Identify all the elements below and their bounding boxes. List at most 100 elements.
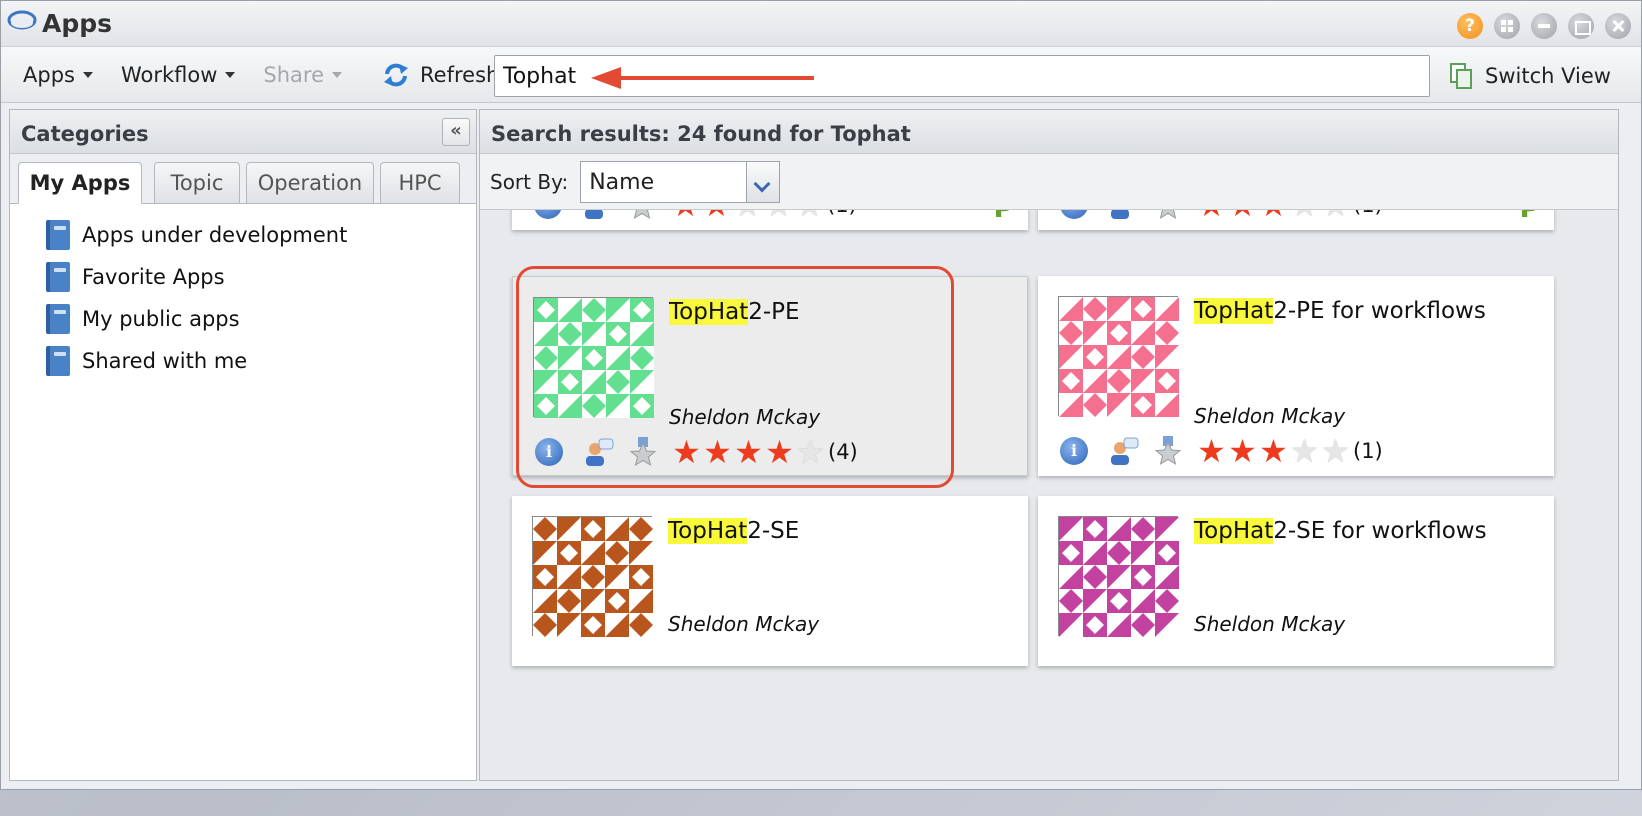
star-icon[interactable]: ★: [670, 210, 701, 221]
app-name[interactable]: TopHat2-PE for workflows: [1194, 298, 1486, 324]
window-title: Apps: [42, 9, 113, 38]
star-icon[interactable]: ★: [1289, 210, 1320, 221]
info-icon[interactable]: i: [1060, 210, 1088, 219]
annotation-arrow: [591, 67, 814, 89]
switch-view-label: Switch View: [1485, 64, 1611, 88]
app-card-actions: i★★★★★(1): [1060, 210, 1383, 221]
info-icon[interactable]: i: [534, 210, 562, 219]
category-tabs: My Apps Topic Operation HPC: [10, 154, 476, 204]
book-icon: [46, 262, 70, 292]
app-card[interactable]: Upendra kumar Devisettyi★★★★★(1)β: [512, 210, 1028, 230]
star-icon[interactable]: ★: [794, 210, 825, 221]
search-match-highlight: TopHat: [1194, 298, 1274, 324]
category-item[interactable]: Shared with me: [10, 340, 476, 382]
refresh-button[interactable]: Refresh: [382, 61, 499, 89]
app-card[interactable]: Upendra kumar Devisettyi★★★★★(1)β: [1038, 210, 1554, 230]
app-card-grid: Upendra kumar Devisettyi★★★★★(1)βUpendra…: [480, 210, 1618, 780]
app-thumbnail[interactable]: [532, 516, 653, 637]
star-icon[interactable]: ★: [732, 210, 763, 221]
app-card[interactable]: TopHat2-SE Sheldon Mckay: [512, 496, 1028, 666]
star-icon[interactable]: ★: [763, 210, 794, 221]
collapse-panel-icon[interactable]: «: [442, 118, 470, 146]
app-thumbnail[interactable]: [1058, 296, 1179, 417]
category-item-label: Favorite Apps: [82, 265, 225, 289]
share-menu-label: Share: [263, 62, 325, 87]
switch-view-button[interactable]: Switch View: [1449, 62, 1611, 90]
favorite-icon[interactable]: [1154, 210, 1182, 220]
category-item[interactable]: Apps under development: [10, 214, 476, 256]
workflow-menu-label: Workflow: [120, 62, 218, 87]
rating-count: (1): [1353, 210, 1383, 217]
star-icon[interactable]: ★: [1320, 435, 1351, 467]
star-icon[interactable]: ★: [1289, 435, 1320, 467]
switch-view-icon: [1450, 63, 1473, 89]
favorite-icon[interactable]: [1154, 436, 1182, 466]
workflow-menu[interactable]: Workflow: [120, 62, 236, 87]
app-author: Sheldon Mckay: [1194, 612, 1346, 636]
star-icon[interactable]: ★: [1320, 210, 1351, 221]
star-icon[interactable]: ★: [1196, 210, 1227, 221]
star-icon[interactable]: ★: [1196, 435, 1227, 467]
tab-operation[interactable]: Operation: [246, 162, 374, 204]
star-icon[interactable]: ★: [1227, 435, 1258, 467]
rating-stars[interactable]: ★★★★★: [1196, 210, 1351, 221]
caret-down-icon: [225, 71, 236, 78]
star-icon[interactable]: ★: [701, 210, 732, 221]
comment-icon[interactable]: [1108, 436, 1140, 466]
share-menu[interactable]: Share: [263, 62, 343, 87]
apps-menu[interactable]: Apps: [23, 63, 93, 87]
star-icon[interactable]: ★: [1258, 210, 1289, 221]
tab-topic[interactable]: Topic: [154, 162, 240, 204]
category-item[interactable]: Favorite Apps: [10, 256, 476, 298]
rating-count: (1): [1353, 439, 1383, 463]
app-card-actions: i★★★★★(1): [534, 210, 857, 221]
comment-icon[interactable]: [582, 210, 614, 220]
app-thumbnail-pattern: [1059, 517, 1179, 637]
app-thumbnail-pattern: [533, 517, 653, 637]
app-name-rest: 2-SE: [747, 518, 800, 544]
star-icon[interactable]: ★: [1227, 210, 1258, 221]
app-name-rest: 2-SE for workflows: [1273, 518, 1487, 544]
app-thumbnail[interactable]: [1058, 516, 1179, 637]
chevron-down-icon[interactable]: [746, 160, 781, 203]
comment-icon[interactable]: [1108, 210, 1140, 220]
rating-stars[interactable]: ★★★★★: [1196, 435, 1351, 467]
toolbar: Apps Workflow Share Refresh Tophat Switc…: [1, 47, 1641, 103]
favorite-icon[interactable]: [628, 210, 656, 220]
app-author: Sheldon Mckay: [1194, 404, 1346, 428]
categories-header: Categories «: [10, 110, 476, 154]
app-thumbnail-pattern: [1059, 297, 1179, 417]
info-icon[interactable]: i: [1060, 437, 1088, 465]
rating-stars[interactable]: ★★★★★: [670, 210, 825, 221]
tab-hpc[interactable]: HPC: [380, 162, 460, 204]
rating-count: (1): [827, 210, 857, 217]
results-header: Search results: 24 found for Tophat: [480, 110, 1618, 154]
sort-select[interactable]: Name: [580, 160, 781, 203]
sort-value: Name: [589, 169, 655, 195]
app-card[interactable]: TopHat2-SE for workflows Sheldon Mckay: [1038, 496, 1554, 666]
app-card[interactable]: TopHat2-PE for workflows Sheldon Mckay i ★ ★…: [1038, 276, 1554, 476]
results-panel: Search results: 24 found for Tophat Sort…: [479, 109, 1619, 781]
help-icon[interactable]: ?: [1457, 13, 1483, 39]
close-icon[interactable]: [1605, 13, 1631, 39]
app-card-actions: i★★★★★(1): [1060, 435, 1383, 467]
categories-title: Categories: [21, 122, 149, 146]
annotation-highlight-box: [516, 266, 954, 488]
app-name-rest: 2-PE for workflows: [1273, 298, 1486, 324]
category-item-label: Apps under development: [82, 223, 348, 247]
category-item-label: My public apps: [82, 307, 240, 331]
layout-icon[interactable]: [1494, 13, 1520, 39]
star-icon[interactable]: ★: [1258, 435, 1289, 467]
tab-my-apps[interactable]: My Apps: [18, 162, 142, 204]
caret-down-icon: [82, 71, 93, 78]
category-tree: Apps under development Favorite Apps My …: [10, 204, 476, 382]
app-name[interactable]: TopHat2-SE for workflows: [1194, 518, 1487, 544]
app-name[interactable]: TopHat2-SE: [668, 518, 799, 544]
beta-badge: β: [1520, 210, 1540, 219]
minimize-icon[interactable]: [1531, 13, 1557, 39]
maximize-icon[interactable]: [1568, 13, 1594, 39]
apps-menu-label: Apps: [23, 62, 75, 87]
category-item[interactable]: My public apps: [10, 298, 476, 340]
search-match-highlight: TopHat: [1194, 518, 1274, 544]
apps-window: Apps ? Apps Workflow Share Refresh Topha…: [0, 0, 1642, 790]
